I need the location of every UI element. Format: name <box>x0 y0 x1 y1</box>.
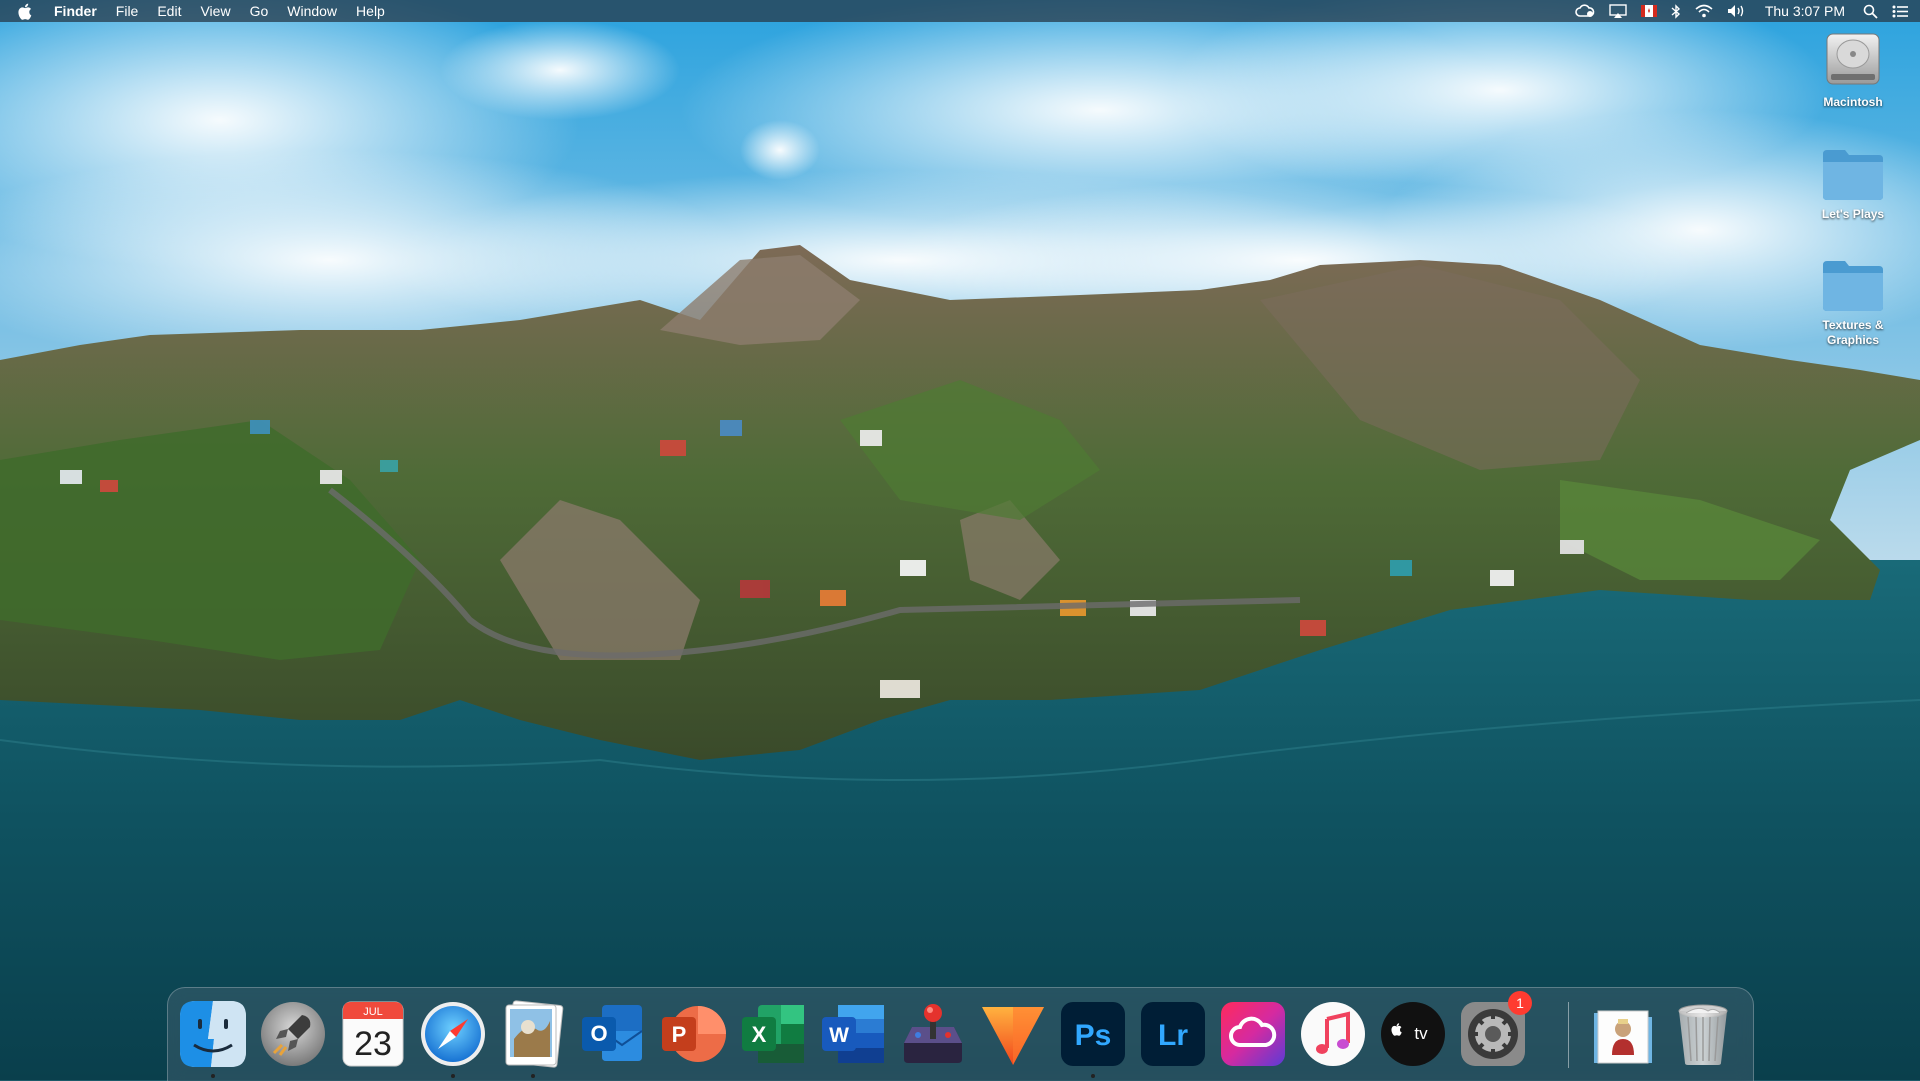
apple-tv-icon: tv <box>1381 1002 1445 1066</box>
notification-center-icon[interactable] <box>1892 0 1908 22</box>
menu-window[interactable]: Window <box>287 0 337 22</box>
dock-preview[interactable] <box>498 999 568 1078</box>
launchpad-icon <box>261 1002 325 1066</box>
folder-icon <box>1823 150 1883 200</box>
running-indicator <box>211 1074 215 1078</box>
dock-lightroom[interactable]: Lr <box>1138 999 1208 1069</box>
outlook-icon: O <box>582 1005 643 1061</box>
menu-app-name[interactable]: Finder <box>54 0 97 22</box>
word-letter: W <box>829 1024 849 1047</box>
desktop-item-textures-graphics[interactable]: Textures & Graphics <box>1808 257 1898 348</box>
running-indicator <box>451 1074 455 1078</box>
finder-icon <box>180 1001 246 1067</box>
running-indicator <box>1091 1074 1095 1078</box>
powerpoint-letter: P <box>672 1022 687 1047</box>
menu-clock[interactable]: Thu 3:07 PM <box>1765 0 1845 22</box>
excel-letter: X <box>752 1022 767 1047</box>
trash-icon <box>1678 1004 1728 1065</box>
dock-creative-cloud[interactable] <box>1218 999 1288 1069</box>
dock-system-preferences[interactable]: 1 <box>1458 991 1532 1069</box>
arcade-joystick-icon <box>904 1004 962 1063</box>
dock-tv[interactable]: tv <box>1378 999 1448 1069</box>
desktop-wallpaper <box>0 0 1920 1080</box>
dock-safari[interactable] <box>418 999 488 1078</box>
calendar-month-label: JUL <box>363 1006 383 1018</box>
airplay-icon[interactable] <box>1609 0 1627 22</box>
dock-powerpoint[interactable]: P <box>658 999 728 1069</box>
notification-badge: 1 <box>1508 991 1532 1015</box>
menu-file[interactable]: File <box>116 0 139 22</box>
folder-icon <box>1823 261 1883 311</box>
wifi-icon[interactable] <box>1695 0 1713 22</box>
calendar-icon: JUL 23 <box>342 1001 404 1067</box>
creative-cloud-icon <box>1221 1002 1285 1066</box>
dock-arcade[interactable] <box>898 999 968 1069</box>
dock-music[interactable] <box>1298 999 1368 1069</box>
powerpoint-icon: P <box>662 1006 726 1062</box>
excel-icon: X <box>742 1005 804 1063</box>
dock-photoshop[interactable]: Ps <box>1058 999 1128 1078</box>
dock: JUL 23 O P X W Ps Lr tv 1 <box>167 987 1754 1081</box>
desktop-item-label: Let's Plays <box>1821 207 1885 221</box>
menu-view[interactable]: View <box>200 0 230 22</box>
calendar-day-label: 23 <box>354 1025 392 1063</box>
dock-trash[interactable] <box>1668 999 1738 1069</box>
running-indicator <box>531 1074 535 1078</box>
dock-documents-stack[interactable] <box>1588 999 1658 1069</box>
dock-vectorize[interactable] <box>978 999 1048 1069</box>
desktop-item-macintosh[interactable]: Macintosh <box>1808 28 1898 110</box>
creative-cloud-status-icon[interactable] <box>1575 0 1595 22</box>
music-icon <box>1301 1002 1365 1066</box>
dock-outlook[interactable]: O <box>578 999 648 1069</box>
dock-finder[interactable] <box>178 999 248 1078</box>
volume-icon[interactable] <box>1727 0 1747 22</box>
tv-label: tv <box>1414 1024 1428 1043</box>
dock-word[interactable]: W <box>818 999 888 1069</box>
dock-separator <box>1568 1002 1569 1068</box>
documents-stack-icon <box>1594 1010 1652 1064</box>
lightroom-letters: Lr <box>1158 1019 1188 1052</box>
outlook-letter: O <box>590 1021 607 1046</box>
desktop-item-lets-plays[interactable]: Let's Plays <box>1808 146 1898 222</box>
lightroom-icon: Lr <box>1141 1002 1205 1066</box>
bluetooth-icon[interactable] <box>1671 0 1681 22</box>
photoshop-letters: Ps <box>1075 1019 1112 1052</box>
input-source-flag-icon[interactable] <box>1640 0 1657 22</box>
desktop-item-label: Textures & Graphics <box>1822 318 1884 347</box>
dock-excel[interactable]: X <box>738 999 808 1069</box>
spotlight-search-icon[interactable] <box>1863 0 1878 22</box>
menu-go[interactable]: Go <box>250 0 269 22</box>
word-icon: W <box>822 1005 884 1063</box>
desktop-item-label: Macintosh <box>1823 95 1883 109</box>
menu-help[interactable]: Help <box>356 0 385 22</box>
dock-launchpad[interactable] <box>258 999 328 1069</box>
photoshop-icon: Ps <box>1061 1002 1125 1066</box>
dock-calendar[interactable]: JUL 23 <box>338 999 408 1069</box>
menu-edit[interactable]: Edit <box>157 0 181 22</box>
vector-triangle-icon <box>982 1007 1044 1065</box>
safari-icon <box>421 1002 485 1066</box>
apple-menu-icon[interactable] <box>18 2 34 20</box>
preview-icon <box>505 1000 564 1068</box>
hard-drive-icon <box>1826 33 1880 85</box>
menu-bar: Finder File Edit View Go Window Help Thu… <box>0 0 1920 22</box>
